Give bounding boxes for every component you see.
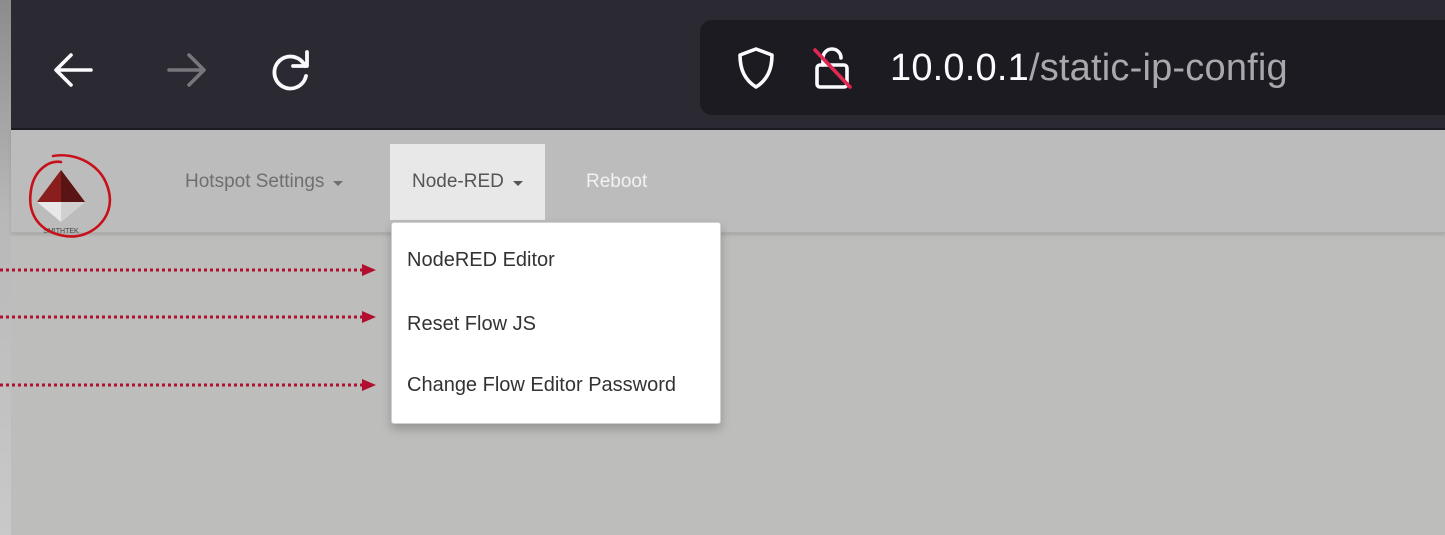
nav-hotspot-label: Hotspot Settings	[185, 171, 325, 192]
menu-item-nodered-editor[interactable]: NodeRED Editor	[407, 249, 555, 272]
back-button[interactable]	[47, 44, 99, 96]
browser-toolbar: 10.0.0.1/static-ip-config	[11, 0, 1445, 130]
smithtek-logo[interactable]: SMITHTEK	[25, 150, 117, 238]
annotation-arrow-2	[0, 311, 376, 323]
nav-reboot-label: Reboot	[586, 171, 648, 192]
annotation-arrow-1	[0, 264, 376, 276]
url-bar[interactable]: 10.0.0.1/static-ip-config	[700, 20, 1445, 115]
url-host: 10.0.0.1	[890, 47, 1029, 89]
shield-icon[interactable]	[734, 46, 778, 90]
insecure-lock-icon[interactable]	[810, 46, 854, 90]
menu-item-change-flow-editor-password[interactable]: Change Flow Editor Password	[407, 374, 676, 397]
arrow-right-icon	[167, 53, 206, 87]
nav-reboot[interactable]: Reboot	[586, 144, 647, 220]
forward-button[interactable]	[161, 44, 213, 96]
url-path: /static-ip-config	[1028, 47, 1288, 89]
node-red-dropdown: NodeRED Editor Reset Flow JS Change Flow…	[391, 222, 721, 424]
nav-hotspot-settings[interactable]: Hotspot Settings	[185, 144, 344, 220]
reload-button[interactable]	[265, 44, 317, 96]
url-text[interactable]: 10.0.0.1/static-ip-config	[890, 44, 1288, 92]
arrow-left-icon	[54, 53, 93, 87]
annotation-arrow-3	[0, 379, 376, 391]
caret-down-icon	[333, 180, 344, 186]
menu-item-reset-flow-js[interactable]: Reset Flow JS	[407, 313, 536, 336]
screenshot-frame: 10.0.0.1/static-ip-config SMITHTEK Hotsp…	[0, 0, 1445, 535]
reload-icon	[272, 50, 309, 91]
nav-nodered-label: Node-RED	[412, 171, 504, 192]
site-navbar: SMITHTEK Hotspot Settings Node-RED Reboo…	[11, 130, 1445, 238]
nav-node-red[interactable]: Node-RED	[390, 144, 545, 220]
caret-down-icon	[512, 180, 523, 186]
